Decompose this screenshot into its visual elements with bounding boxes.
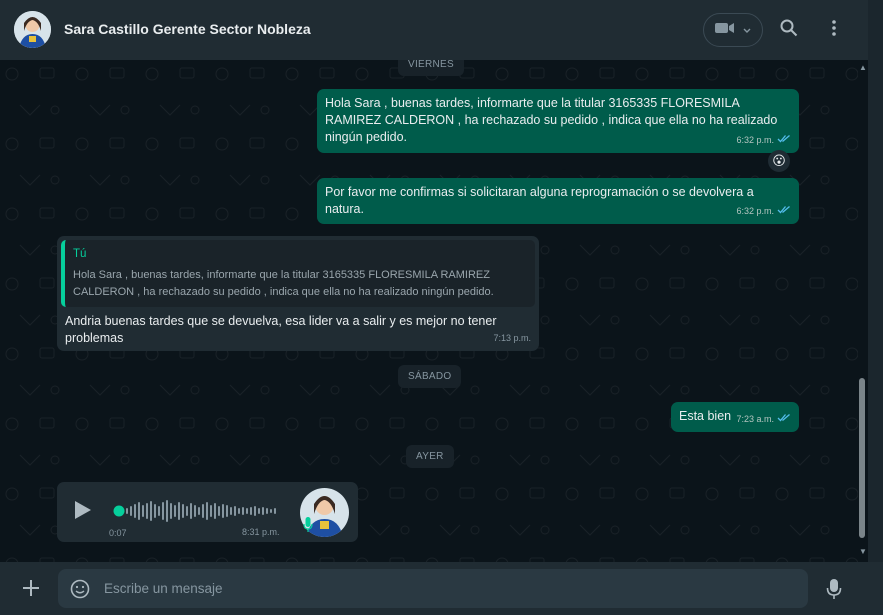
voice-record-button[interactable] [826,578,842,605]
waveform-bar [146,503,148,519]
message-time: 6:32 p.m. [736,135,774,145]
microphone-icon [826,579,842,604]
waveform-bar [142,505,144,517]
scroll-up-arrow[interactable]: ▲ [859,63,867,72]
message-input[interactable]: Escribe un mensaje [58,569,808,608]
message-time: 7:23 a.m. [736,414,774,424]
scroll-thumb[interactable] [859,378,865,538]
waveform-bar [178,502,180,520]
contact-name[interactable]: Sara Castillo Gerente Sector Nobleza [64,21,311,37]
waveform-bar [134,504,136,518]
read-receipt-icon [777,132,791,149]
date-chip-sabado: SÁBADO [398,365,462,388]
contact-avatar[interactable] [14,11,51,48]
search-button[interactable] [774,15,804,45]
waveform-bar [166,500,168,522]
sticker-icon[interactable] [70,579,90,604]
waveform-bar [242,507,244,515]
video-camera-icon [715,21,735,40]
message-text: Hola Sara , buenas tardes, informarte qu… [325,96,778,144]
play-button[interactable] [73,499,93,526]
waveform-bar [150,501,152,521]
message-meta: 6:32 p.m. [736,132,791,149]
message-bubble-incoming[interactable]: Tú Hola Sara , buenas tardes, informarte… [57,236,539,351]
message-meta: 7:13 p.m. [493,330,531,347]
play-icon [73,501,93,525]
waveform-bar [226,505,228,517]
message-text: Por favor me confirmas si solicitaran al… [325,185,754,216]
waveform-playhead[interactable] [113,505,125,517]
message-bubble-outgoing[interactable]: Esta bien 7:23 a.m. [671,402,799,432]
search-icon [780,19,798,42]
message-reaction[interactable]: 😮 [768,150,790,172]
waveform-bar [274,508,276,514]
date-chip-ayer: AYER [406,445,454,468]
attach-button[interactable] [22,579,40,602]
waveform-bar [202,504,204,518]
waveform-bar [234,506,236,516]
waveform-bar [190,503,192,519]
voice-time: 8:31 p.m. [242,527,280,537]
kebab-menu-icon [832,19,836,41]
waveform-bar [170,503,172,519]
quote-author: Tú [73,248,87,260]
message-meta: 6:32 p.m. [736,203,791,220]
message-time: 7:13 p.m. [493,333,531,343]
message-input-placeholder: Escribe un mensaje [104,581,223,596]
waveform-bar [254,506,256,516]
composer-bar: Escribe un mensaje [0,562,883,615]
scrollbar-track[interactable] [868,0,883,562]
waveform-bar [258,508,260,514]
voice-waveform[interactable] [112,498,282,524]
waveform-bar [182,504,184,518]
quote-text: Hola Sara , buenas tardes, informarte qu… [73,269,494,298]
waveform-bar [126,508,128,514]
waveform-bar [262,507,264,515]
waveform-bar [250,507,252,515]
waveform-bar [194,505,196,517]
quoted-message[interactable]: Tú Hola Sara , buenas tardes, informarte… [61,240,535,307]
message-meta: 7:23 a.m. [736,411,791,428]
scroll-down-arrow[interactable]: ▼ [859,547,867,556]
waveform-bar [158,506,160,516]
waveform-bar [186,506,188,516]
read-receipt-icon [777,203,791,220]
waveform-bar [218,506,220,516]
waveform-bar [230,507,232,515]
voice-duration: 0:07 [109,528,127,538]
waveform-bar [270,509,272,513]
waveform-bar [210,505,212,517]
plus-icon [22,580,40,601]
voice-message-bubble[interactable]: 0:07 8:31 p.m. [57,482,358,542]
waveform-bar [266,508,268,514]
waveform-bar [130,506,132,516]
microphone-icon [303,517,313,538]
message-text: Andria buenas tardes que se devuelva, es… [65,314,497,345]
waveform-bar [206,502,208,520]
waveform-bar [138,502,140,520]
message-bubble-outgoing[interactable]: Hola Sara , buenas tardes, informarte qu… [317,89,799,153]
video-call-button[interactable] [703,13,763,47]
message-time: 6:32 p.m. [736,206,774,216]
chevron-down-icon [743,21,751,39]
waveform-bar [238,508,240,514]
waveform-bar [214,503,216,519]
menu-button[interactable] [819,15,849,45]
waveform-bar [222,504,224,518]
chat-header: Sara Castillo Gerente Sector Nobleza [0,0,868,60]
waveform-bar [162,502,164,520]
waveform-bar [198,507,200,515]
waveform-bar [246,508,248,514]
date-chip-viernes: VIERNES [398,60,465,76]
waveform-bar [154,504,156,518]
message-bubble-outgoing[interactable]: Por favor me confirmas si solicitaran al… [317,178,799,224]
read-receipt-icon [777,411,791,428]
waveform-bar [174,505,176,517]
